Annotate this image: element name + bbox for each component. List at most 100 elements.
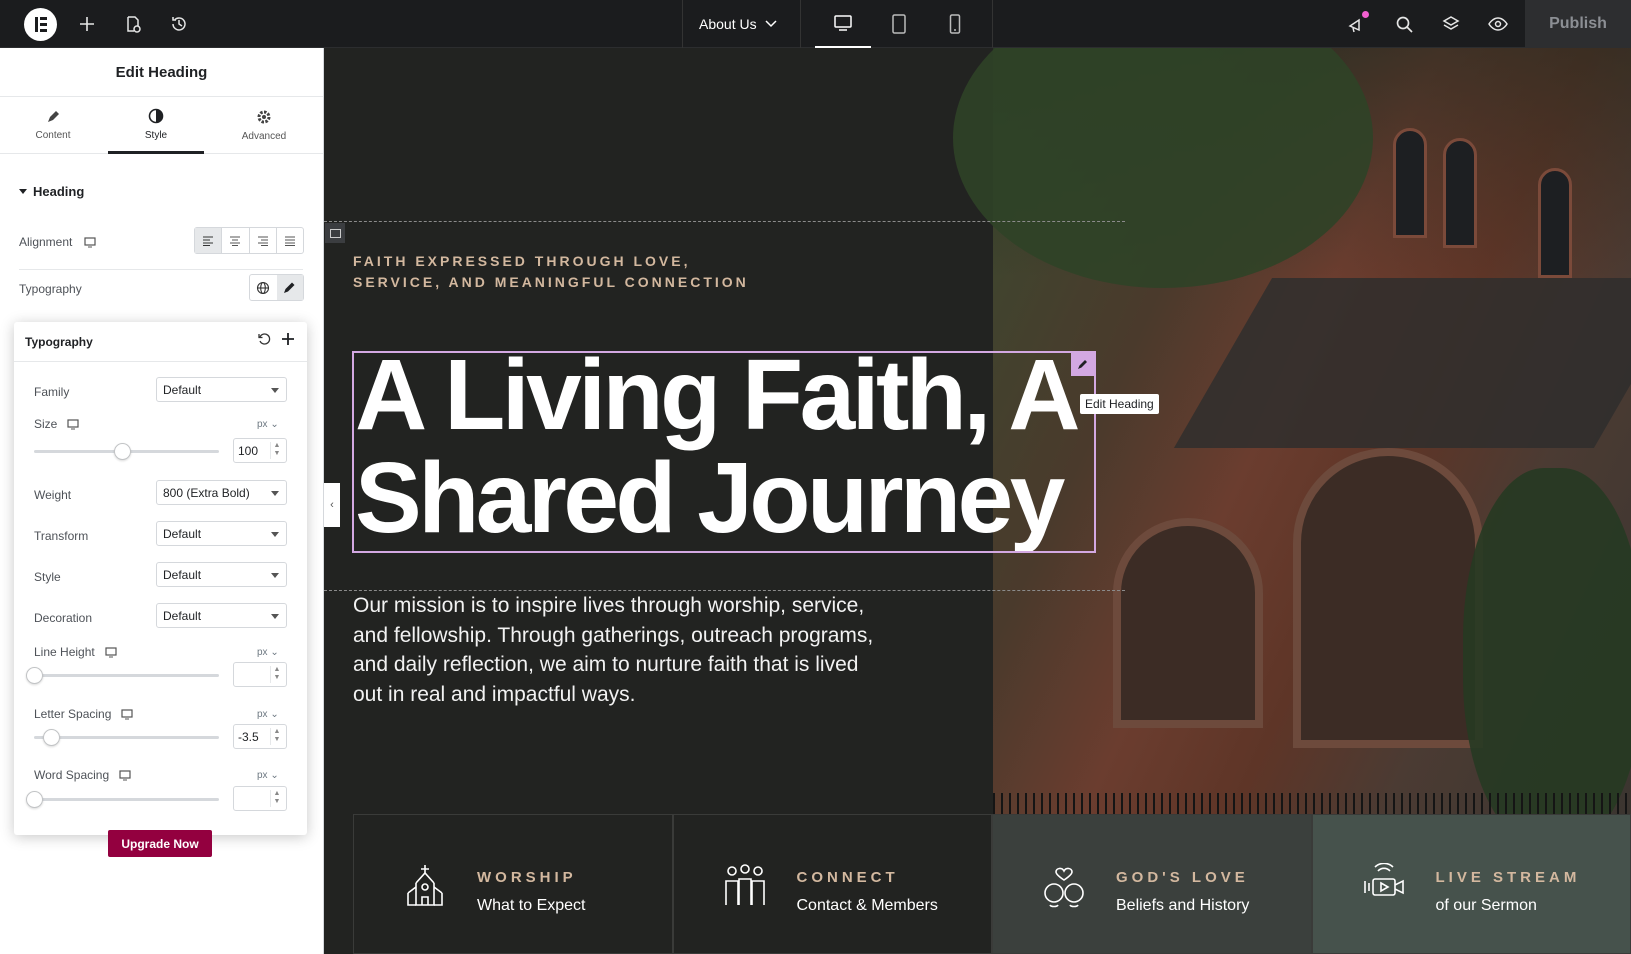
line-height-slider[interactable] <box>26 667 219 684</box>
letter-spacing-unit-select[interactable]: px ⌄ <box>257 709 279 720</box>
size-unit-select[interactable]: px ⌄ <box>257 419 279 430</box>
page-selector[interactable]: About Us <box>683 0 801 48</box>
card-live-stream[interactable]: LIVE STREAM of our Sermon <box>1311 814 1631 954</box>
global-globe-icon[interactable] <box>250 275 277 300</box>
tab-content[interactable]: Content <box>5 97 101 154</box>
pencil-icon <box>48 111 59 122</box>
reset-icon[interactable] <box>257 332 271 346</box>
mobile-view-icon[interactable] <box>927 0 983 48</box>
size-row: Size <box>34 417 79 431</box>
add-element-icon[interactable] <box>75 12 99 36</box>
weight-label: Weight <box>34 488 72 502</box>
tab-style-label: Style <box>144 129 168 141</box>
responsive-desktop-icon[interactable] <box>121 708 133 720</box>
dropdown-caret-icon <box>271 532 279 537</box>
card-gods-love[interactable]: GOD'S LOVE Beliefs and History <box>992 814 1312 954</box>
letter-spacing-input[interactable]: -3.5 ▲ ▼ <box>233 724 287 749</box>
transform-label: Transform <box>34 529 89 543</box>
eyebrow-text: FAITH EXPRESSED THROUGH LOVE, SERVICE, A… <box>353 253 749 290</box>
alignment-buttons <box>194 227 304 254</box>
style-label: Style <box>34 570 61 584</box>
church-archway <box>1293 448 1483 748</box>
iron-fence <box>993 793 1631 814</box>
card-title: GOD'S LOVE <box>1116 869 1249 886</box>
spinner-arrows-icon[interactable]: ▲ ▼ <box>270 666 283 683</box>
word-spacing-row: Word Spacing <box>34 768 131 782</box>
church-icon <box>407 865 443 906</box>
spinner-arrows-icon[interactable]: ▲ ▼ <box>270 790 283 807</box>
letter-spacing-label: Letter Spacing <box>34 707 112 721</box>
tab-advanced[interactable]: Advanced <box>216 97 312 154</box>
line-height-input[interactable]: ▲ ▼ <box>233 662 287 687</box>
tab-style[interactable]: Style <box>108 97 204 154</box>
publish-button[interactable]: Publish <box>1525 0 1631 48</box>
letter-spacing-slider[interactable] <box>34 729 219 746</box>
video-stream-icon <box>1363 863 1404 896</box>
responsive-desktop-icon[interactable] <box>84 236 96 248</box>
decoration-label: Decoration <box>34 611 93 625</box>
line-height-slider-handle[interactable] <box>26 667 43 684</box>
edit-heading-tooltip: Edit Heading <box>1080 394 1159 414</box>
preview-eye-icon[interactable] <box>1486 12 1510 36</box>
chevron-down-icon <box>765 20 777 28</box>
word-spacing-slider[interactable] <box>26 791 219 808</box>
structure-layers-icon[interactable] <box>1439 12 1463 36</box>
panel-tabs: Content Style Advanced <box>0 97 323 154</box>
line-height-row: Line Height <box>34 645 117 659</box>
elementor-logo-icon[interactable] <box>24 8 57 41</box>
collapse-panel-toggle[interactable]: ‹ <box>324 483 340 527</box>
decoration-select-value: Default <box>163 608 202 623</box>
size-input[interactable]: 100 ▲ ▼ <box>233 438 287 463</box>
weight-select[interactable]: 800 (Extra Bold) <box>156 480 287 505</box>
tab-content-label: Content <box>35 130 71 141</box>
people-icon <box>724 864 765 905</box>
edit-typography-pencil-icon[interactable] <box>276 275 303 300</box>
search-icon[interactable] <box>1392 12 1416 36</box>
alignment-label: Alignment <box>19 235 73 249</box>
card-worship[interactable]: WORSHIP What to Expect <box>353 814 673 954</box>
card-connect[interactable]: CONNECT Contact & Members <box>672 814 992 954</box>
add-global-icon[interactable] <box>281 332 295 346</box>
line-height-label: Line Height <box>34 645 95 659</box>
card-subtitle: What to Expect <box>477 897 586 914</box>
line-height-unit-select[interactable]: px ⌄ <box>257 647 279 658</box>
align-right-icon[interactable] <box>250 228 277 253</box>
church-archway <box>1113 518 1263 728</box>
letter-spacing-slider-handle[interactable] <box>43 729 60 746</box>
word-spacing-slider-handle[interactable] <box>26 791 43 808</box>
card-subtitle: of our Sermon <box>1435 897 1537 914</box>
word-spacing-unit-select[interactable]: px ⌄ <box>257 770 279 781</box>
section-heading-toggle[interactable]: Heading <box>19 184 84 199</box>
spinner-arrows-icon[interactable]: ▲ ▼ <box>270 442 283 459</box>
spinner-arrows-icon[interactable]: ▲ ▼ <box>270 728 283 745</box>
transform-select[interactable]: Default <box>156 521 287 546</box>
align-left-icon[interactable] <box>195 228 223 253</box>
decoration-select[interactable]: Default <box>156 603 287 628</box>
container-handle-icon[interactable] <box>325 223 345 243</box>
upgrade-now-button[interactable]: Upgrade Now <box>108 830 212 857</box>
page-selector-label: About Us <box>699 16 757 32</box>
align-justify-icon[interactable] <box>277 228 303 253</box>
size-slider-handle[interactable] <box>114 443 131 460</box>
mission-text: Our mission is to inspire lives through … <box>353 594 874 706</box>
whats-new-icon[interactable] <box>1345 11 1369 36</box>
dropdown-caret-icon <box>271 388 279 393</box>
responsive-desktop-icon[interactable] <box>67 418 79 430</box>
word-spacing-input[interactable]: ▲ ▼ <box>233 786 287 811</box>
responsive-desktop-icon[interactable] <box>119 769 131 781</box>
size-unit-label: px <box>257 419 268 430</box>
style-select[interactable]: Default <box>156 562 287 587</box>
size-slider[interactable] <box>34 443 219 460</box>
word-spacing-label: Word Spacing <box>34 768 110 782</box>
typography-buttons <box>249 274 304 301</box>
align-center-icon[interactable] <box>222 228 250 253</box>
family-select[interactable]: Default <box>156 377 287 402</box>
desktop-view-icon[interactable] <box>815 0 871 48</box>
card-subtitle: Contact & Members <box>796 897 938 914</box>
edit-widget-pencil-icon[interactable] <box>1071 352 1095 376</box>
page-settings-icon[interactable] <box>121 12 145 36</box>
history-icon[interactable] <box>167 12 191 36</box>
responsive-desktop-icon[interactable] <box>105 646 117 658</box>
line-height-unit-label: px <box>257 647 268 658</box>
tablet-view-icon[interactable] <box>871 0 927 48</box>
